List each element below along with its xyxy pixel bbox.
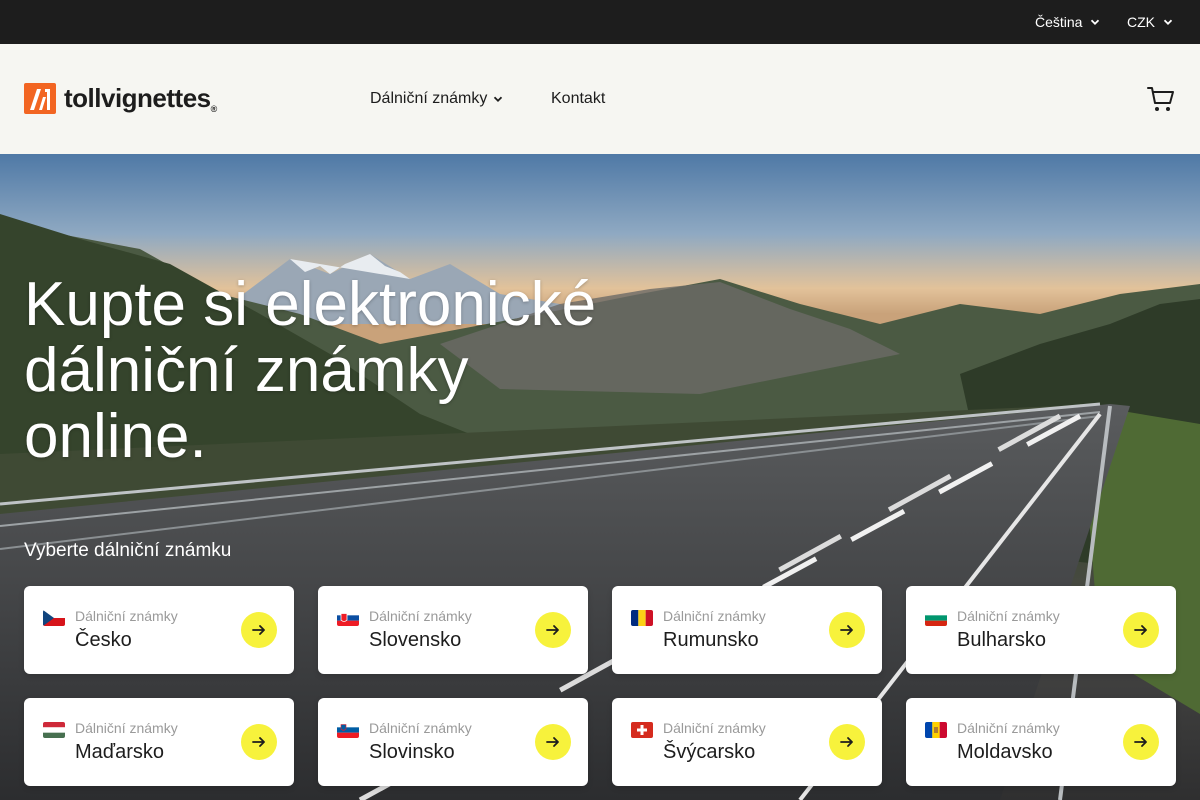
chevron-down-icon xyxy=(494,96,503,102)
language-selector[interactable]: Čeština xyxy=(1035,0,1100,44)
card-kicker: Dálniční známky xyxy=(369,720,472,736)
nav-vignettes-label: Dálniční známky xyxy=(370,90,488,107)
nav-contact[interactable]: Kontakt xyxy=(551,44,605,154)
hungarian-flag-icon xyxy=(43,722,65,738)
swiss-flag-icon xyxy=(631,722,653,738)
card-kicker: Dálniční známky xyxy=(663,608,766,624)
arrow-right-icon xyxy=(1134,737,1147,747)
card-kicker: Dálniční známky xyxy=(957,608,1060,624)
arrow-right-icon xyxy=(252,737,265,747)
arrow-right-icon xyxy=(546,625,559,635)
hero-section: Kupte si elektronické dálniční známky on… xyxy=(0,154,1200,800)
arrow-right-button[interactable] xyxy=(1123,612,1159,648)
slovenian-flag-icon xyxy=(337,722,359,738)
arrow-right-icon xyxy=(840,625,853,635)
top-bar: Čeština CZK xyxy=(0,0,1200,44)
arrow-right-button[interactable] xyxy=(829,724,865,760)
card-kicker: Dálniční známky xyxy=(663,720,766,736)
arrow-right-button[interactable] xyxy=(241,612,277,648)
arrow-right-button[interactable] xyxy=(241,724,277,760)
logo[interactable]: tollvignettes® xyxy=(24,83,217,114)
card-country: Česko xyxy=(75,629,132,651)
card-kicker: Dálniční známky xyxy=(75,720,178,736)
vignette-card-bulgaria[interactable]: Dálniční známky Bulharsko xyxy=(906,586,1176,674)
hero-title: Kupte si elektronické dálniční známky on… xyxy=(24,270,597,471)
card-country: Maďarsko xyxy=(75,741,164,763)
nav-contact-label: Kontakt xyxy=(551,90,606,107)
currency-label: CZK xyxy=(1127,14,1155,30)
chevron-down-icon xyxy=(1091,19,1100,25)
arrow-right-icon xyxy=(546,737,559,747)
vignette-card-moldova[interactable]: Dálniční známky Moldavsko xyxy=(906,698,1176,786)
moldovan-flag-icon xyxy=(925,722,947,738)
arrow-right-button[interactable] xyxy=(1123,724,1159,760)
card-country: Moldavsko xyxy=(957,741,1053,763)
arrow-right-icon xyxy=(1134,625,1147,635)
vignette-card-switzerland[interactable]: Dálniční známky Švýcarsko xyxy=(612,698,882,786)
vignette-card-romania[interactable]: Dálniční známky Rumunsko xyxy=(612,586,882,674)
nav-vignettes[interactable]: Dálniční známky xyxy=(370,44,503,154)
card-country: Slovinsko xyxy=(369,741,455,763)
logo-mark-icon xyxy=(24,83,56,114)
language-label: Čeština xyxy=(1035,14,1083,30)
vignette-card-hungary[interactable]: Dálniční známky Maďarsko xyxy=(24,698,294,786)
card-country: Švýcarsko xyxy=(663,741,756,763)
arrow-right-icon xyxy=(252,625,265,635)
slovak-flag-icon xyxy=(337,610,359,626)
arrow-right-icon xyxy=(840,737,853,747)
bulgarian-flag-icon xyxy=(925,610,947,626)
vignette-card-slovakia[interactable]: Dálniční známky Slovensko xyxy=(318,586,588,674)
card-kicker: Dálniční známky xyxy=(957,720,1060,736)
card-country: Rumunsko xyxy=(663,629,759,651)
card-kicker: Dálniční známky xyxy=(369,608,472,624)
currency-selector[interactable]: CZK xyxy=(1127,0,1173,44)
arrow-right-button[interactable] xyxy=(535,612,571,648)
card-country: Slovensko xyxy=(369,629,462,651)
vignette-card-slovenia[interactable]: Dálniční známky Slovinsko xyxy=(318,698,588,786)
logo-text: tollvignettes® xyxy=(64,83,217,114)
hero-subtitle: Vyberte dálniční známku xyxy=(24,540,232,561)
cart-icon[interactable] xyxy=(1146,84,1176,114)
arrow-right-button[interactable] xyxy=(829,612,865,648)
czech-flag-icon xyxy=(43,610,65,626)
arrow-right-button[interactable] xyxy=(535,724,571,760)
card-country: Bulharsko xyxy=(957,629,1046,651)
card-kicker: Dálniční známky xyxy=(75,608,178,624)
chevron-down-icon xyxy=(1163,19,1173,25)
romanian-flag-icon xyxy=(631,610,653,626)
site-header: tollvignettes® Dálniční známky Kontakt xyxy=(0,44,1200,154)
vignette-card-czechia[interactable]: Dálniční známky Česko xyxy=(24,586,294,674)
